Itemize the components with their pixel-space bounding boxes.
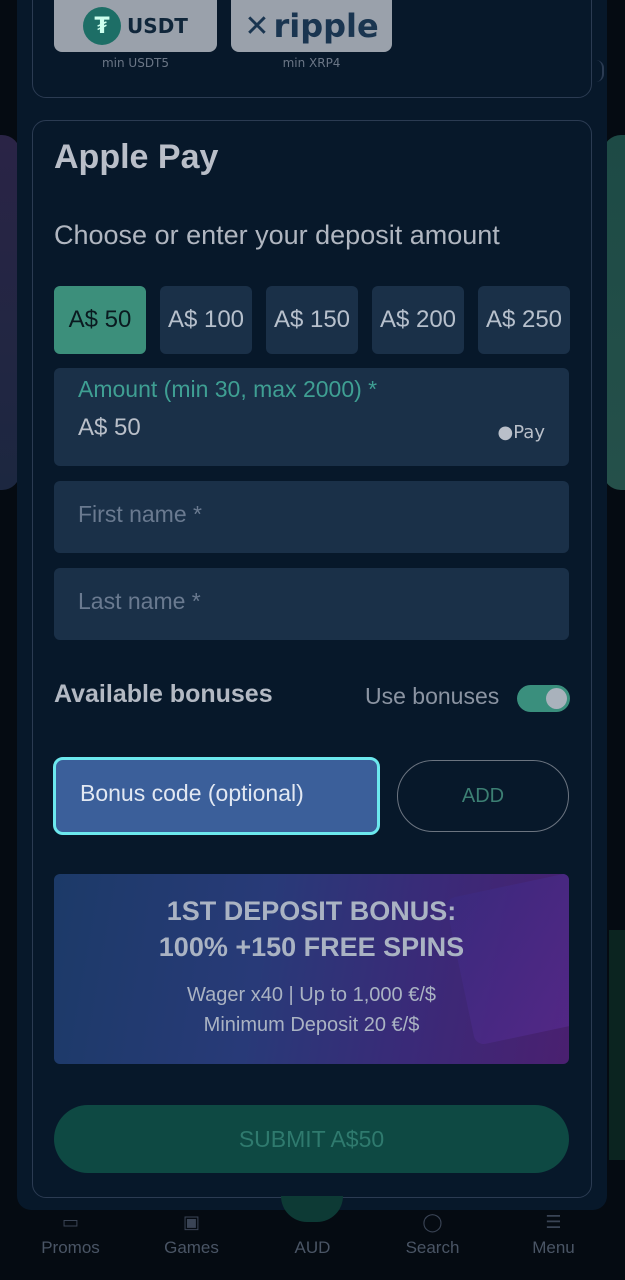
promos-icon[interactable]: ▭ xyxy=(8,1212,133,1233)
deposit-amount-subtitle: Choose or enter your deposit amount xyxy=(54,220,500,250)
nav-promos[interactable]: Promos xyxy=(8,1238,133,1258)
amount-option-200[interactable]: A$ 200 xyxy=(372,286,464,354)
first-name-placeholder: First name * xyxy=(78,501,202,527)
use-bonuses-toggle[interactable] xyxy=(517,685,570,712)
ripple-min-label: min XRP4 xyxy=(282,56,341,70)
menu-icon[interactable]: ☰ xyxy=(491,1212,616,1233)
amount-field-value: A$ 50 xyxy=(78,414,141,441)
amount-field[interactable]: Amount (min 30, max 2000) * A$ 50 ●Pay xyxy=(54,368,569,466)
deposit-bonus-banner: 1ST DEPOSIT BONUS: 100% +150 FREE SPINS … xyxy=(54,874,569,1064)
last-name-placeholder: Last name * xyxy=(78,588,201,614)
toggle-knob xyxy=(546,688,567,709)
usdt-method[interactable]: ₮ USDT xyxy=(54,0,217,52)
ripple-icon: ✕ xyxy=(244,8,270,44)
last-name-field[interactable]: Last name * xyxy=(54,568,569,640)
ripple-label: ripple xyxy=(273,7,379,45)
nav-search[interactable]: Search xyxy=(370,1238,495,1258)
apple-pay-title: Apple Pay xyxy=(54,138,219,176)
use-bonuses-label: Use bonuses xyxy=(365,683,500,709)
nav-games[interactable]: Games xyxy=(129,1238,254,1258)
available-bonuses-title: Available bonuses xyxy=(54,680,273,708)
amount-option-50[interactable]: A$ 50 xyxy=(54,286,146,354)
bonus-code-placeholder: Bonus code (optional) xyxy=(80,780,304,806)
promo-wager-line: Wager x40 | Up to 1,000 €/$ xyxy=(186,984,437,1006)
amount-field-label: Amount (min 30, max 2000) * xyxy=(78,376,378,402)
nav-menu[interactable]: Menu xyxy=(491,1238,616,1258)
promo-min-deposit-line: Minimum Deposit 20 €/$ xyxy=(203,1014,420,1036)
apple-pay-badge-text: Pay xyxy=(513,422,545,443)
tether-icon: ₮ xyxy=(83,7,122,45)
add-bonus-button[interactable]: ADD xyxy=(397,760,569,832)
amount-option-150[interactable]: A$ 150 xyxy=(266,286,358,354)
usdt-min-label: min USDT5 xyxy=(101,56,170,70)
amount-option-100[interactable]: A$ 100 xyxy=(160,286,252,354)
apple-pay-badge: ●Pay xyxy=(498,422,545,443)
apple-icon: ● xyxy=(497,422,514,443)
nav-aud[interactable]: AUD xyxy=(250,1238,375,1258)
first-name-field[interactable]: First name * xyxy=(54,481,569,553)
bonus-code-input[interactable]: Bonus code (optional) xyxy=(53,757,380,835)
search-icon[interactable]: ◯ xyxy=(370,1212,495,1233)
ripple-method[interactable]: ✕ ripple xyxy=(231,0,392,52)
amount-option-250[interactable]: A$ 250 xyxy=(478,286,570,354)
submit-button[interactable]: SUBMIT A$50 xyxy=(54,1105,569,1173)
promo-headline-2: 100% +150 FREE SPINS xyxy=(158,932,465,962)
usdt-label: USDT xyxy=(127,14,188,38)
background-page-right-lower xyxy=(609,930,625,1160)
games-icon[interactable]: ▣ xyxy=(129,1212,254,1233)
promo-headline-1: 1ST DEPOSIT BONUS: xyxy=(166,896,457,926)
